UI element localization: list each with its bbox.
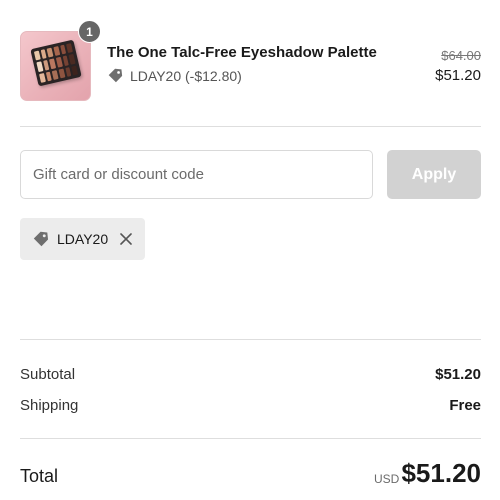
line-discount-text: LDAY20 (-$12.80) bbox=[130, 67, 242, 84]
total-value: $51.20 bbox=[401, 458, 481, 488]
close-icon[interactable] bbox=[119, 232, 133, 246]
applied-code-label: LDAY20 bbox=[57, 231, 109, 247]
divider bbox=[20, 339, 481, 340]
product-name: The One Talc-Free Eyeshadow Palette bbox=[107, 44, 377, 61]
divider bbox=[20, 126, 481, 127]
divider bbox=[20, 438, 481, 439]
apply-button[interactable]: Apply bbox=[387, 150, 481, 199]
total-currency: USD bbox=[374, 472, 400, 486]
line-discount: LDAY20 (-$12.80) bbox=[107, 67, 242, 84]
original-price: $64.00 bbox=[441, 48, 481, 63]
eyeshadow-palette-image bbox=[30, 39, 82, 87]
current-price: $51.20 bbox=[435, 67, 481, 84]
subtotal-label: Subtotal bbox=[20, 366, 76, 383]
shipping-label: Shipping bbox=[20, 397, 79, 414]
subtotal-value: $51.20 bbox=[435, 366, 481, 383]
tag-icon bbox=[108, 68, 123, 83]
discount-code-input[interactable] bbox=[20, 150, 373, 199]
product-thumbnail bbox=[20, 31, 91, 101]
tag-icon bbox=[33, 231, 49, 247]
shipping-value: Free bbox=[449, 397, 481, 414]
quantity-badge: 1 bbox=[78, 20, 101, 43]
applied-discount-chip: LDAY20 bbox=[20, 218, 145, 260]
total-label: Total bbox=[20, 466, 59, 486]
